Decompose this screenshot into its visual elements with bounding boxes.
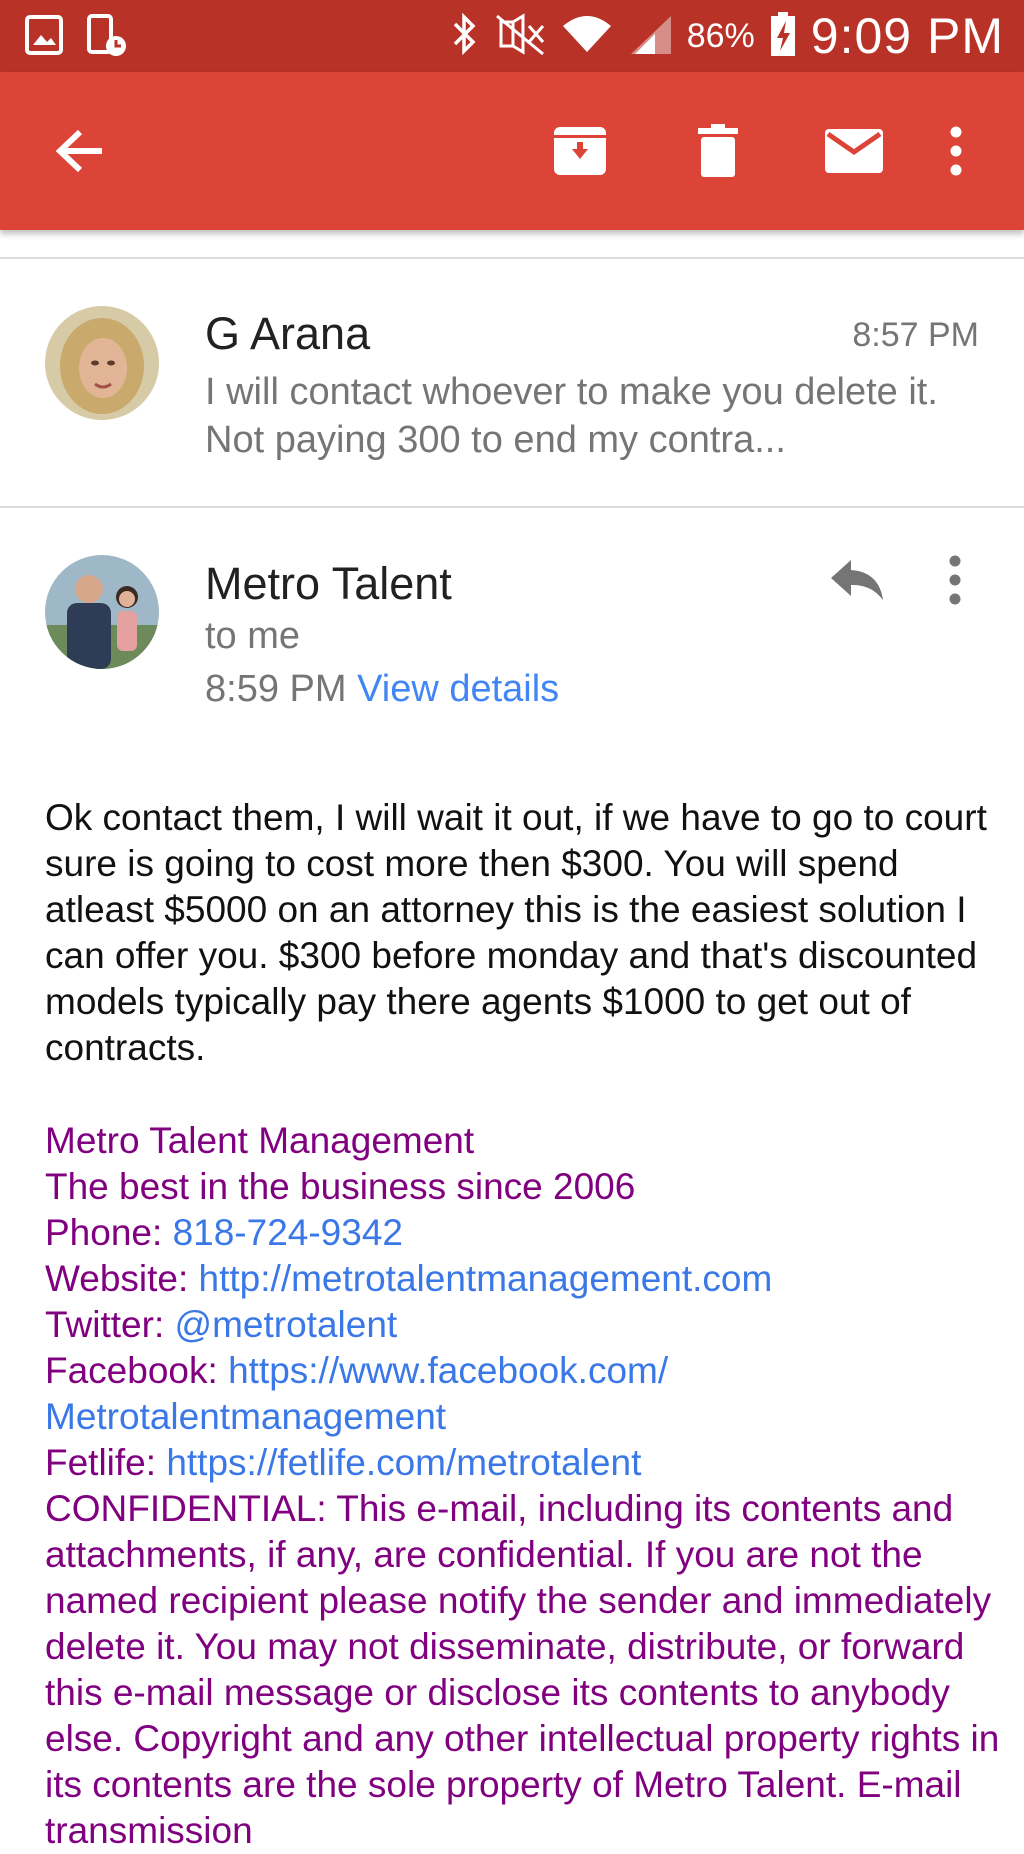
phone-link[interactable]: 818-724-9342 bbox=[173, 1212, 403, 1253]
avatar bbox=[45, 306, 159, 420]
message-snippet: I will contact whoever to make you delet… bbox=[205, 371, 938, 461]
email-signature: Metro Talent Management The best in the … bbox=[45, 1118, 1005, 1854]
sender-name: G Arana bbox=[205, 308, 371, 359]
delete-button[interactable] bbox=[678, 72, 758, 230]
signature-website-row: Website: http://metrotalentmanagement.co… bbox=[45, 1256, 1005, 1302]
reply-button[interactable] bbox=[822, 552, 892, 608]
signal-icon bbox=[627, 12, 673, 60]
clock: 9:09 PM bbox=[810, 8, 1004, 64]
battery-charging-icon bbox=[769, 11, 797, 61]
more-vert-icon bbox=[950, 126, 962, 176]
facebook-link-continued[interactable]: Metrotalentmanagement bbox=[45, 1394, 1005, 1440]
archive-icon bbox=[554, 127, 606, 175]
message-body: Ok contact them, I will wait it out, if … bbox=[45, 797, 987, 1068]
message-meta: 8:59 PM View details bbox=[205, 668, 559, 711]
archive-button[interactable] bbox=[540, 72, 620, 230]
signature-facebook-row: Facebook: https://www.facebook.com/ bbox=[45, 1348, 1005, 1394]
more-vert-icon bbox=[949, 555, 961, 605]
bluetooth-icon bbox=[449, 12, 479, 60]
collapsed-message-g-arana[interactable]: G Arana 8:57 PM I will contact whoever t… bbox=[0, 258, 1024, 508]
signature-company: Metro Talent Management bbox=[45, 1120, 475, 1161]
more-options-button[interactable] bbox=[936, 72, 976, 230]
status-bar: 86% 9:09 PM bbox=[0, 0, 1024, 72]
confidentiality-notice: CONFIDENTIAL: This e-mail, including its… bbox=[45, 1488, 1000, 1851]
signature-phone-row: Phone: 818-724-9342 bbox=[45, 1210, 1005, 1256]
divider bbox=[0, 506, 1024, 508]
back-arrow-icon bbox=[55, 129, 102, 173]
facebook-link[interactable]: https://www.facebook.com/ bbox=[228, 1350, 668, 1391]
message-time: 8:57 PM bbox=[852, 316, 979, 354]
view-details-link[interactable]: View details bbox=[357, 668, 559, 710]
fetlife-link[interactable]: https://fetlife.com/metrotalent bbox=[166, 1442, 641, 1483]
app-toolbar bbox=[0, 72, 1024, 230]
signature-tagline: The best in the business since 2006 bbox=[45, 1166, 636, 1207]
signature-fetlife-row: Fetlife: https://fetlife.com/metrotalent bbox=[45, 1440, 1005, 1486]
reply-icon bbox=[831, 560, 883, 600]
nfc-muted-icon bbox=[493, 12, 547, 60]
message-time: 8:59 PM bbox=[205, 668, 347, 710]
message-more-button[interactable] bbox=[940, 552, 970, 608]
screen-time-icon bbox=[86, 14, 128, 62]
trash-icon bbox=[698, 124, 738, 177]
mark-unread-button[interactable] bbox=[812, 72, 896, 230]
facebook-label: Facebook: bbox=[45, 1350, 229, 1391]
phone-label: Phone: bbox=[45, 1212, 173, 1253]
fetlife-label: Fetlife: bbox=[45, 1442, 167, 1483]
mark-unread-icon bbox=[825, 129, 883, 173]
website-label: Website: bbox=[45, 1258, 199, 1299]
avatar bbox=[45, 555, 159, 669]
back-button[interactable] bbox=[40, 72, 120, 230]
sender-name: Metro Talent bbox=[205, 558, 452, 609]
twitter-link[interactable]: @metrotalent bbox=[175, 1304, 398, 1345]
twitter-label: Twitter: bbox=[45, 1304, 175, 1345]
wifi-icon bbox=[561, 12, 613, 60]
signature-twitter-row: Twitter: @metrotalent bbox=[45, 1302, 1005, 1348]
battery-percent: 86% bbox=[686, 16, 755, 55]
recipient-line: to me bbox=[205, 615, 301, 657]
gallery-icon bbox=[24, 14, 64, 62]
website-link[interactable]: http://metrotalentmanagement.com bbox=[199, 1258, 773, 1299]
